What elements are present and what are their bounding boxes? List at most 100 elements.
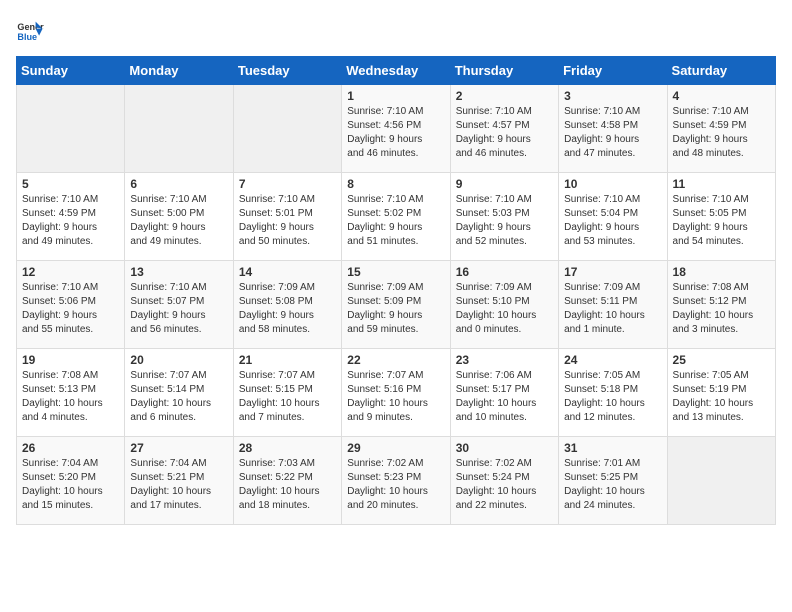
- calendar-cell: 29 Sunrise: 7:02 AM Sunset: 5:23 PM Dayli…: [342, 437, 450, 525]
- day-number: 3: [564, 89, 661, 103]
- day-number: 11: [673, 177, 770, 191]
- day-info: Sunrise: 7:10 AM Sunset: 5:05 PM Dayligh…: [673, 193, 770, 249]
- calendar-cell: 4Sunrise: 7:10 AM Sunset: 4:59 PM Daylig…: [667, 85, 775, 173]
- calendar-cell: [125, 85, 233, 173]
- calendar-cell: 11 Sunrise: 7:10 AM Sunset: 5:05 PM Dayli…: [667, 173, 775, 261]
- calendar-cell: 2 Sunrise: 7:10 AM Sunset: 4:57 PM Daylig…: [450, 85, 558, 173]
- day-info: Sunrise: 7:07 AM Sunset: 5:14 PM Dayligh…: [130, 369, 227, 425]
- calendar-week-row: 12 Sunrise: 7:10 AM Sunset: 5:06 PM Dayli…: [17, 261, 776, 349]
- day-info: Sunrise: 7:09 AM Sunset: 5:08 PM Dayligh…: [239, 281, 336, 337]
- calendar-cell: 20 Sunrise: 7:07 AM Sunset: 5:14 PM Dayli…: [125, 349, 233, 437]
- day-number: 25: [673, 353, 770, 367]
- day-number: 10: [564, 177, 661, 191]
- day-number: 8: [347, 177, 444, 191]
- logo-icon: General Blue: [16, 16, 44, 44]
- day-info: Sunrise: 7:10 AM Sunset: 4:56 PM Dayligh…: [347, 105, 444, 161]
- calendar-cell: 14 Sunrise: 7:09 AM Sunset: 5:08 PM Dayli…: [233, 261, 341, 349]
- day-info: Sunrise: 7:05 AM Sunset: 5:19 PM Dayligh…: [673, 369, 770, 425]
- day-info: Sunrise: 7:10 AM Sunset: 4:59 PM Dayligh…: [22, 193, 119, 249]
- day-number: 24: [564, 353, 661, 367]
- day-info: Sunrise: 7:06 AM Sunset: 5:17 PM Dayligh…: [456, 369, 553, 425]
- calendar-cell: 31 Sunrise: 7:01 AM Sunset: 5:25 PM Dayli…: [559, 437, 667, 525]
- day-number: 21: [239, 353, 336, 367]
- calendar-cell: 16 Sunrise: 7:09 AM Sunset: 5:10 PM Dayli…: [450, 261, 558, 349]
- day-number: 23: [456, 353, 553, 367]
- day-info: Sunrise: 7:07 AM Sunset: 5:15 PM Dayligh…: [239, 369, 336, 425]
- day-number: 26: [22, 441, 119, 455]
- calendar-cell: [667, 437, 775, 525]
- calendar-table: SundayMondayTuesdayWednesdayThursdayFrid…: [16, 56, 776, 525]
- day-info: Sunrise: 7:10 AM Sunset: 4:58 PM Dayligh…: [564, 105, 661, 161]
- calendar-cell: 12 Sunrise: 7:10 AM Sunset: 5:06 PM Dayli…: [17, 261, 125, 349]
- day-info: Sunrise: 7:01 AM Sunset: 5:25 PM Dayligh…: [564, 457, 661, 513]
- day-number: 22: [347, 353, 444, 367]
- day-of-week-header: Sunday: [17, 57, 125, 85]
- day-number: 5: [22, 177, 119, 191]
- day-number: 29: [347, 441, 444, 455]
- day-number: 16: [456, 265, 553, 279]
- day-number: 2: [456, 89, 553, 103]
- calendar-cell: 19Sunrise: 7:08 AM Sunset: 5:13 PM Dayli…: [17, 349, 125, 437]
- day-of-week-header: Thursday: [450, 57, 558, 85]
- day-info: Sunrise: 7:10 AM Sunset: 5:01 PM Dayligh…: [239, 193, 336, 249]
- day-number: 1: [347, 89, 444, 103]
- calendar-cell: 15 Sunrise: 7:09 AM Sunset: 5:09 PM Dayli…: [342, 261, 450, 349]
- calendar-cell: 13 Sunrise: 7:10 AM Sunset: 5:07 PM Dayli…: [125, 261, 233, 349]
- day-number: 12: [22, 265, 119, 279]
- calendar-week-row: 19Sunrise: 7:08 AM Sunset: 5:13 PM Dayli…: [17, 349, 776, 437]
- day-info: Sunrise: 7:05 AM Sunset: 5:18 PM Dayligh…: [564, 369, 661, 425]
- page-header: General Blue: [16, 16, 776, 44]
- day-number: 19: [22, 353, 119, 367]
- day-info: Sunrise: 7:10 AM Sunset: 5:06 PM Dayligh…: [22, 281, 119, 337]
- calendar-cell: 28 Sunrise: 7:03 AM Sunset: 5:22 PM Dayli…: [233, 437, 341, 525]
- day-number: 20: [130, 353, 227, 367]
- calendar-cell: 9Sunrise: 7:10 AM Sunset: 5:03 PM Daylig…: [450, 173, 558, 261]
- day-info: Sunrise: 7:09 AM Sunset: 5:10 PM Dayligh…: [456, 281, 553, 337]
- day-of-week-header: Tuesday: [233, 57, 341, 85]
- day-info: Sunrise: 7:09 AM Sunset: 5:09 PM Dayligh…: [347, 281, 444, 337]
- calendar-cell: 30 Sunrise: 7:02 AM Sunset: 5:24 PM Dayli…: [450, 437, 558, 525]
- day-number: 9: [456, 177, 553, 191]
- logo: General Blue: [16, 16, 50, 44]
- day-number: 28: [239, 441, 336, 455]
- day-number: 13: [130, 265, 227, 279]
- day-number: 15: [347, 265, 444, 279]
- day-info: Sunrise: 7:10 AM Sunset: 5:00 PM Dayligh…: [130, 193, 227, 249]
- calendar-cell: [17, 85, 125, 173]
- calendar-week-row: 1 Sunrise: 7:10 AM Sunset: 4:56 PM Daylig…: [17, 85, 776, 173]
- day-info: Sunrise: 7:02 AM Sunset: 5:24 PM Dayligh…: [456, 457, 553, 513]
- calendar-cell: 5 Sunrise: 7:10 AM Sunset: 4:59 PM Daylig…: [17, 173, 125, 261]
- day-info: Sunrise: 7:02 AM Sunset: 5:23 PM Dayligh…: [347, 457, 444, 513]
- calendar-cell: 7 Sunrise: 7:10 AM Sunset: 5:01 PM Daylig…: [233, 173, 341, 261]
- calendar-cell: 21 Sunrise: 7:07 AM Sunset: 5:15 PM Dayli…: [233, 349, 341, 437]
- day-info: Sunrise: 7:10 AM Sunset: 4:57 PM Dayligh…: [456, 105, 553, 161]
- day-info: Sunrise: 7:08 AM Sunset: 5:12 PM Dayligh…: [673, 281, 770, 337]
- calendar-cell: 8 Sunrise: 7:10 AM Sunset: 5:02 PM Daylig…: [342, 173, 450, 261]
- calendar-cell: 17 Sunrise: 7:09 AM Sunset: 5:11 PM Dayli…: [559, 261, 667, 349]
- calendar-cell: 1 Sunrise: 7:10 AM Sunset: 4:56 PM Daylig…: [342, 85, 450, 173]
- calendar-cell: 27Sunrise: 7:04 AM Sunset: 5:21 PM Dayli…: [125, 437, 233, 525]
- day-info: Sunrise: 7:03 AM Sunset: 5:22 PM Dayligh…: [239, 457, 336, 513]
- day-number: 31: [564, 441, 661, 455]
- day-info: Sunrise: 7:10 AM Sunset: 4:59 PM Dayligh…: [673, 105, 770, 161]
- day-info: Sunrise: 7:10 AM Sunset: 5:02 PM Dayligh…: [347, 193, 444, 249]
- calendar-cell: [233, 85, 341, 173]
- day-of-week-header: Monday: [125, 57, 233, 85]
- day-of-week-header: Saturday: [667, 57, 775, 85]
- day-number: 30: [456, 441, 553, 455]
- calendar-header-row: SundayMondayTuesdayWednesdayThursdayFrid…: [17, 57, 776, 85]
- calendar-cell: 24 Sunrise: 7:05 AM Sunset: 5:18 PM Dayli…: [559, 349, 667, 437]
- calendar-cell: 22Sunrise: 7:07 AM Sunset: 5:16 PM Dayli…: [342, 349, 450, 437]
- day-info: Sunrise: 7:10 AM Sunset: 5:04 PM Dayligh…: [564, 193, 661, 249]
- calendar-cell: 18Sunrise: 7:08 AM Sunset: 5:12 PM Dayli…: [667, 261, 775, 349]
- day-number: 17: [564, 265, 661, 279]
- calendar-week-row: 26Sunrise: 7:04 AM Sunset: 5:20 PM Dayli…: [17, 437, 776, 525]
- day-info: Sunrise: 7:04 AM Sunset: 5:21 PM Dayligh…: [130, 457, 227, 513]
- day-number: 6: [130, 177, 227, 191]
- day-info: Sunrise: 7:10 AM Sunset: 5:07 PM Dayligh…: [130, 281, 227, 337]
- day-number: 7: [239, 177, 336, 191]
- day-number: 14: [239, 265, 336, 279]
- day-info: Sunrise: 7:09 AM Sunset: 5:11 PM Dayligh…: [564, 281, 661, 337]
- calendar-cell: 25 Sunrise: 7:05 AM Sunset: 5:19 PM Dayli…: [667, 349, 775, 437]
- calendar-cell: 26Sunrise: 7:04 AM Sunset: 5:20 PM Dayli…: [17, 437, 125, 525]
